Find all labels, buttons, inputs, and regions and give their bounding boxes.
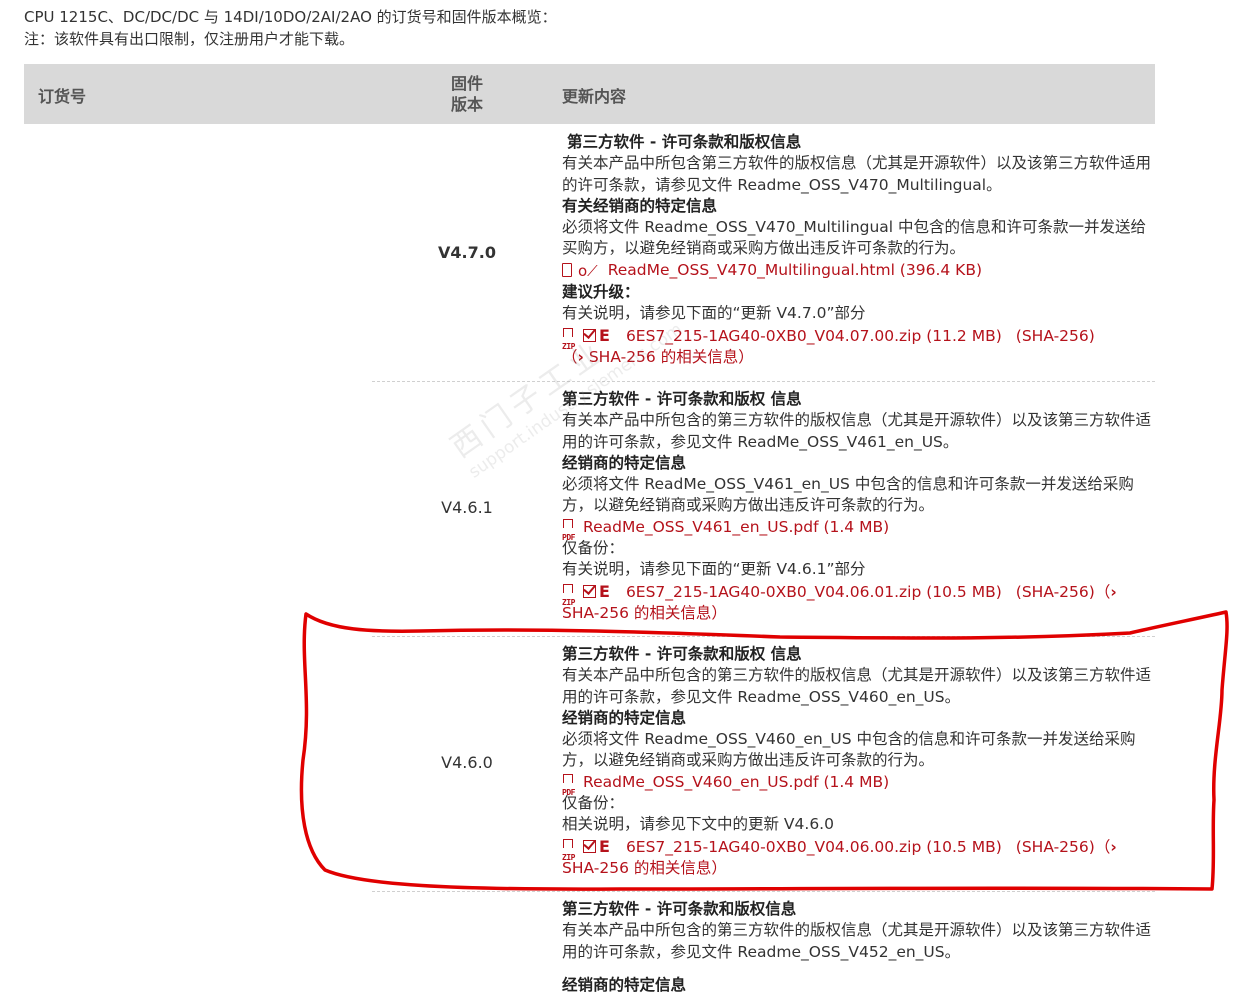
header-updates: 更新内容: [562, 87, 627, 106]
paren-close: ）: [711, 858, 727, 877]
backup-text: 相关说明，请参见下文中的更新 V4.6.0: [562, 815, 834, 834]
checkbox-icon: [583, 584, 596, 598]
zip-icon: ZIP: [562, 838, 577, 862]
firmware-zip-link[interactable]: 6ES7_215-1AG40-0XB0_V04.07.00.zip (11.2 …: [626, 327, 1002, 345]
upgrade-title: 建议升级：: [562, 283, 640, 302]
third-party-title: 第三方软件 - 许可条款和版权 信息: [562, 390, 802, 408]
sha-256-link[interactable]: (SHA-256): [1016, 838, 1095, 856]
export-e-icon: E: [599, 325, 610, 345]
sha-info-link[interactable]: SHA-256 的相关信息: [562, 859, 711, 877]
sha-info-link[interactable]: SHA-256 的相关信息: [589, 348, 738, 366]
header-fw-line-1: 固件: [451, 74, 484, 93]
intro-text: CPU 1215C、DC/DC/DC 与 14DI/10DO/2AI/2AO 的…: [24, 6, 557, 50]
zip-icon: ZIP: [562, 583, 577, 607]
dealer-text: 必须将文件 Readme_OSS_V470_Multilingual 中包含的信…: [562, 218, 1147, 258]
dealer-title: 有关经销商的特定信息: [562, 196, 718, 215]
checkbox-icon: [583, 328, 596, 342]
upgrade-text: 有关说明，请参见下面的“更新 V4.7.0”部分: [562, 304, 866, 323]
table-row: 第三方软件 - 许可条款和版权信息 有关本产品中所包含的第三方软件的版权信息（尤…: [372, 891, 1155, 996]
chevron-right-icon: ›: [577, 347, 584, 366]
pdf-icon: PDF: [562, 773, 577, 797]
firmware-version: V4.6.0: [441, 753, 493, 772]
table-row: V4.6.1 第三方软件 - 许可条款和版权 信息 有关本产品中所包含的第三方软…: [372, 381, 1155, 637]
sha-info-line: SHA-256 的相关信息）: [562, 603, 1152, 624]
dealer-title: 经销商的特定信息: [562, 975, 687, 994]
readme-link[interactable]: ReadMe_OSS_V461_en_US.pdf (1.4 MB): [583, 518, 889, 536]
readme-link[interactable]: ReadMe_OSS_V460_en_US.pdf (1.4 MB): [583, 773, 889, 791]
zip-icon: ZIP: [562, 327, 577, 351]
firmware-download: ZIP E 6ES7_215-1AG40-0XB0_V04.06.01.zip (1…: [562, 581, 1152, 607]
sha-256-link[interactable]: (SHA-256): [1016, 327, 1095, 345]
update-content: 第三方软件 - 许可条款和版权 信息 有关本产品中所包含的第三方软件的版权信息（…: [562, 389, 1152, 624]
pdf-icon: PDF: [562, 518, 577, 542]
firmware-zip-link[interactable]: 6ES7_215-1AG40-0XB0_V04.06.00.zip (10.5 …: [626, 838, 1002, 856]
update-content: 第三方软件 - 许可条款和版权信息 有关本产品中所包含的第三方软件的版权信息（尤…: [562, 899, 1152, 996]
third-party-text: 有关本产品中所包含的第三方软件的版权信息（尤其是开源软件）以及该第三方软件适用的…: [562, 921, 1152, 961]
dealer-title: 经销商的特定信息: [562, 708, 687, 727]
checkbox-icon: [583, 839, 596, 853]
paren-open: （: [1094, 582, 1111, 601]
third-party-title: 第三方软件 - 许可条款和版权信息: [567, 133, 802, 151]
intro-line-1: CPU 1215C、DC/DC/DC 与 14DI/10DO/2AI/2AO 的…: [24, 8, 557, 26]
page: CPU 1215C、DC/DC/DC 与 14DI/10DO/2AI/2AO 的…: [0, 0, 1236, 996]
header-firmware-version: 固件 版本: [451, 73, 491, 115]
sha-info-link[interactable]: SHA-256 的相关信息: [562, 604, 711, 622]
update-content: 第三方软件 - 许可条款和版权信息 有关本产品中所包含第三方软件的版权信息（尤其…: [562, 132, 1152, 368]
key-icon: o⟋: [578, 261, 598, 280]
sha-info-line: （› SHA-256 的相关信息）: [562, 347, 1152, 368]
third-party-text: 有关本产品中所包含第三方软件的版权信息（尤其是开源软件）以及该第三方软件适用的许…: [562, 154, 1152, 194]
backup-title: 仅备份：: [562, 539, 625, 558]
third-party-title: 第三方软件 - 许可条款和版权信息: [562, 900, 797, 918]
sha-info-line: SHA-256 的相关信息）: [562, 858, 1152, 879]
third-party-title: 第三方软件 - 许可条款和版权 信息: [562, 645, 802, 663]
paren-open: （: [1094, 837, 1111, 856]
third-party-text: 有关本产品中所包含的第三方软件的版权信息（尤其是开源软件）以及该第三方软件适用的…: [562, 666, 1152, 706]
export-e-icon: E: [599, 836, 610, 856]
intro-line-2: 注：该软件具有出口限制，仅注册用户才能下载。: [24, 30, 355, 48]
update-content: 第三方软件 - 许可条款和版权 信息 有关本产品中所包含的第三方软件的版权信息（…: [562, 644, 1152, 879]
sha-256-link[interactable]: (SHA-256): [1016, 583, 1095, 601]
paren-close: ）: [738, 347, 754, 366]
readme-link[interactable]: ReadMe_OSS_V470_Multilingual.html (396.4…: [608, 261, 982, 279]
header-order-number: 订货号: [38, 87, 87, 106]
dealer-text: 必须将文件 ReadMe_OSS_V461_en_US 中包含的信息和许可条款一…: [562, 475, 1134, 515]
header-fw-line-2: 版本: [451, 95, 484, 114]
backup-text: 有关说明，请参见下面的“更新 V4.6.1”部分: [562, 560, 866, 579]
firmware-download: ZIP E 6ES7_215-1AG40-0XB0_V04.07.00.zip (1…: [562, 325, 1152, 351]
firmware-version: V4.7.0: [438, 243, 496, 262]
table-row: V4.6.0 第三方软件 - 许可条款和版权 信息 有关本产品中所包含的第三方软…: [372, 636, 1155, 892]
third-party-text: 有关本产品中所包含的第三方软件的版权信息（尤其是开源软件）以及该第三方软件适用的…: [562, 411, 1152, 451]
table-header: 订货号 固件 版本 更新内容: [24, 64, 1155, 124]
readme-download: o⟋ ReadMe_OSS_V470_Multilingual.html (396…: [562, 260, 1152, 282]
paren-close: ）: [711, 603, 727, 622]
table-row: V4.7.0 第三方软件 - 许可条款和版权信息 有关本产品中所包含第三方软件的…: [372, 124, 1155, 382]
document-icon: [562, 262, 572, 277]
export-e-icon: E: [599, 581, 610, 601]
firmware-zip-link[interactable]: 6ES7_215-1AG40-0XB0_V04.06.01.zip (10.5 …: [626, 583, 1002, 601]
dealer-text: 必须将文件 Readme_OSS_V460_en_US 中包含的信息和许可条款一…: [562, 730, 1136, 770]
firmware-version: V4.6.1: [441, 498, 493, 517]
backup-title: 仅备份：: [562, 794, 625, 813]
readme-download: PDF ReadMe_OSS_V461_en_US.pdf (1.4 MB): [562, 517, 1152, 542]
firmware-download: ZIP E 6ES7_215-1AG40-0XB0_V04.06.00.zip (1…: [562, 836, 1152, 862]
dealer-title: 经销商的特定信息: [562, 453, 687, 472]
chevron-right-icon: ›: [1110, 837, 1117, 856]
readme-download: PDF ReadMe_OSS_V460_en_US.pdf (1.4 MB): [562, 772, 1152, 797]
chevron-right-icon: ›: [1110, 582, 1117, 601]
